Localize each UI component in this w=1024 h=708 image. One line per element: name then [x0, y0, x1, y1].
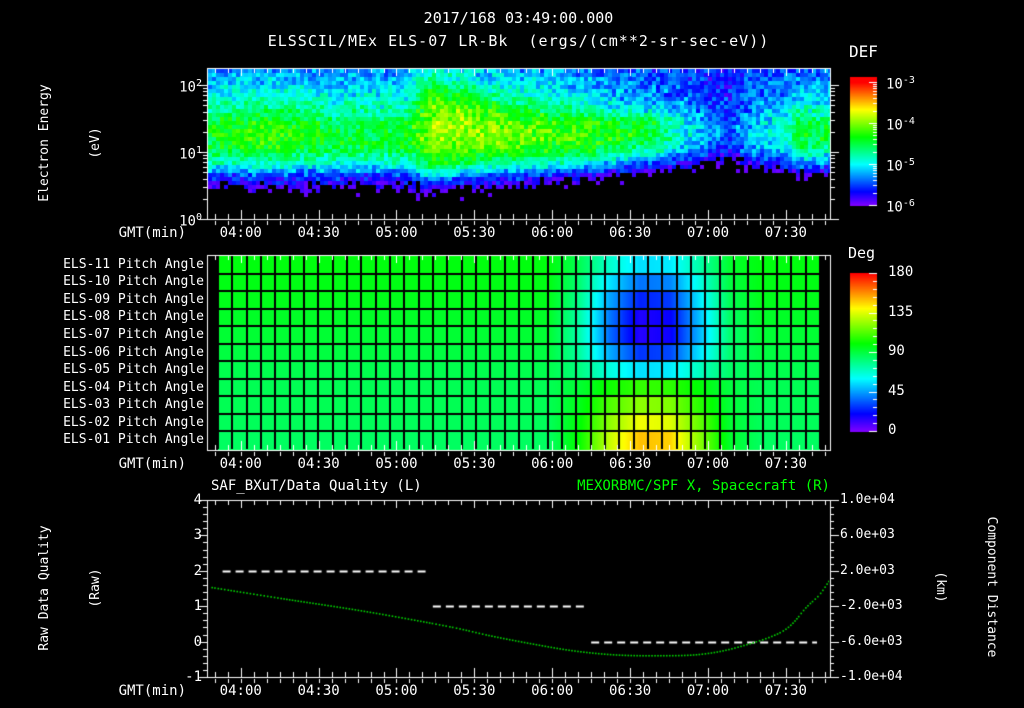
- time-tick-label-bottom: 07:00: [686, 683, 730, 699]
- pitch-row-label: ELS-06 Pitch Angle: [63, 344, 204, 360]
- def-colorbar-tick-label: 10-4: [886, 116, 915, 134]
- deg-colorbar-tick-label: 45: [888, 382, 905, 399]
- energy-tick-label: 100: [179, 212, 202, 230]
- time-tick-label-top: 04:00: [219, 225, 262, 241]
- pitch-row-label: ELS-07 Pitch Angle: [63, 326, 204, 342]
- pitch-row-label: ELS-08 Pitch Angle: [63, 309, 204, 325]
- pitch-row-label: ELS-04 Pitch Angle: [63, 379, 204, 395]
- quality-tick-label: 0: [193, 633, 202, 650]
- deg-colorbar-tick-label: 180: [888, 264, 914, 280]
- quality-axis-label-line2: (Raw): [88, 568, 103, 608]
- dataset-title: ELSSCIL/MEx ELS-07 LR-Bk (ergs/(cm**2-sr…: [267, 32, 770, 50]
- distance-tick-label: -6.0e+03: [840, 633, 903, 649]
- timestamp-title: 2017/168 03:49:00.000: [423, 9, 614, 27]
- time-tick-label-middle: 07:30: [764, 456, 807, 472]
- time-tick-label-middle: 04:00: [219, 456, 262, 472]
- distance-tick-label: -2.0e+03: [840, 598, 903, 614]
- quality-tick-label: 3: [193, 527, 202, 544]
- energy-axis-label-line1: Electron Energy: [37, 84, 52, 202]
- gmt-label-bottom: GMT(min): [118, 683, 186, 699]
- quality-tick-label: 1: [193, 598, 202, 615]
- distance-tick-label: 1.0e+04: [840, 492, 895, 507]
- energy-tick-label: 102: [179, 78, 202, 96]
- pitch-row-label: ELS-10 Pitch Angle: [63, 274, 204, 290]
- energy-tick-label: 101: [179, 145, 202, 163]
- time-tick-label-top: 07:30: [764, 225, 807, 241]
- time-tick-label-bottom: 05:30: [453, 683, 496, 699]
- time-tick-label-top: 06:30: [609, 225, 652, 241]
- pitch-row-label: ELS-11 Pitch Angle: [63, 256, 204, 272]
- quality-tick-label: 4: [193, 492, 202, 508]
- time-tick-label-bottom: 07:30: [764, 683, 807, 699]
- def-colorbar-tick-label: 10-3: [886, 75, 915, 93]
- gmt-label-middle: GMT(min): [118, 456, 186, 472]
- deg-colorbar-title: Deg: [848, 244, 876, 262]
- time-tick-label-bottom: 06:30: [609, 683, 652, 699]
- distance-tick-label: -1.0e+04: [840, 669, 903, 684]
- time-tick-label-middle: 05:30: [453, 456, 496, 472]
- deg-colorbar-tick-label: 0: [888, 422, 897, 438]
- def-colorbar-title: DEF: [849, 42, 878, 61]
- pitch-row-label: ELS-01 Pitch Angle: [63, 432, 204, 448]
- pitch-row-label: ELS-05 Pitch Angle: [63, 362, 204, 378]
- time-tick-label-top: 04:30: [297, 225, 340, 241]
- spectrogram-viewer: 2017/168 03:49:00.000 ELSSCIL/MEx ELS-07…: [0, 0, 1024, 708]
- spacecraft-series-title: MEXORBMC/SPF X, Spacecraft (R): [577, 478, 830, 494]
- def-colorbar-tick-label: 10-5: [886, 157, 915, 175]
- distance-axis-label-line1: Component Distance: [984, 516, 999, 658]
- quality-series-title: SAF_BXuT/Data Quality (L): [211, 478, 422, 494]
- distance-axis-label-line2: (km): [933, 571, 948, 603]
- quality-tick-label: 2: [193, 562, 202, 579]
- time-tick-label-top: 07:00: [686, 225, 730, 241]
- energy-axis-label: Electron Energy (eV): [2, 84, 138, 201]
- time-tick-label-middle: 04:30: [297, 456, 340, 472]
- def-colorbar-tick-label: 10-6: [886, 198, 915, 216]
- distance-tick-label: 6.0e+03: [840, 527, 895, 543]
- pitch-row-label: ELS-09 Pitch Angle: [63, 291, 204, 307]
- time-tick-label-bottom: 05:00: [375, 683, 418, 699]
- time-tick-label-middle: 05:00: [375, 456, 418, 472]
- time-tick-label-top: 05:30: [453, 225, 496, 241]
- time-tick-label-top: 05:00: [375, 225, 418, 241]
- pitch-row-label: ELS-02 Pitch Angle: [63, 414, 204, 430]
- time-tick-label-middle: 06:30: [609, 456, 652, 472]
- time-tick-label-middle: 07:00: [686, 456, 730, 472]
- distance-tick-label: 2.0e+03: [840, 562, 895, 578]
- distance-axis-label: Component Distance (km): [898, 517, 1024, 658]
- time-tick-label-top: 06:00: [531, 225, 574, 241]
- time-tick-label-bottom: 04:00: [219, 683, 262, 699]
- time-tick-label-bottom: 04:30: [297, 683, 340, 699]
- deg-colorbar-tick-label: 90: [888, 343, 905, 359]
- quality-axis-label: Raw Data Quality (Raw): [2, 525, 138, 650]
- quality-tick-label: -1: [185, 669, 202, 685]
- energy-axis-label-line2: (eV): [88, 127, 103, 159]
- deg-colorbar-tick-label: 135: [888, 303, 914, 320]
- time-tick-label-middle: 06:00: [531, 456, 574, 472]
- pitch-row-label: ELS-03 Pitch Angle: [63, 397, 204, 413]
- time-tick-label-bottom: 06:00: [531, 683, 574, 699]
- quality-axis-label-line1: Raw Data Quality: [37, 525, 52, 651]
